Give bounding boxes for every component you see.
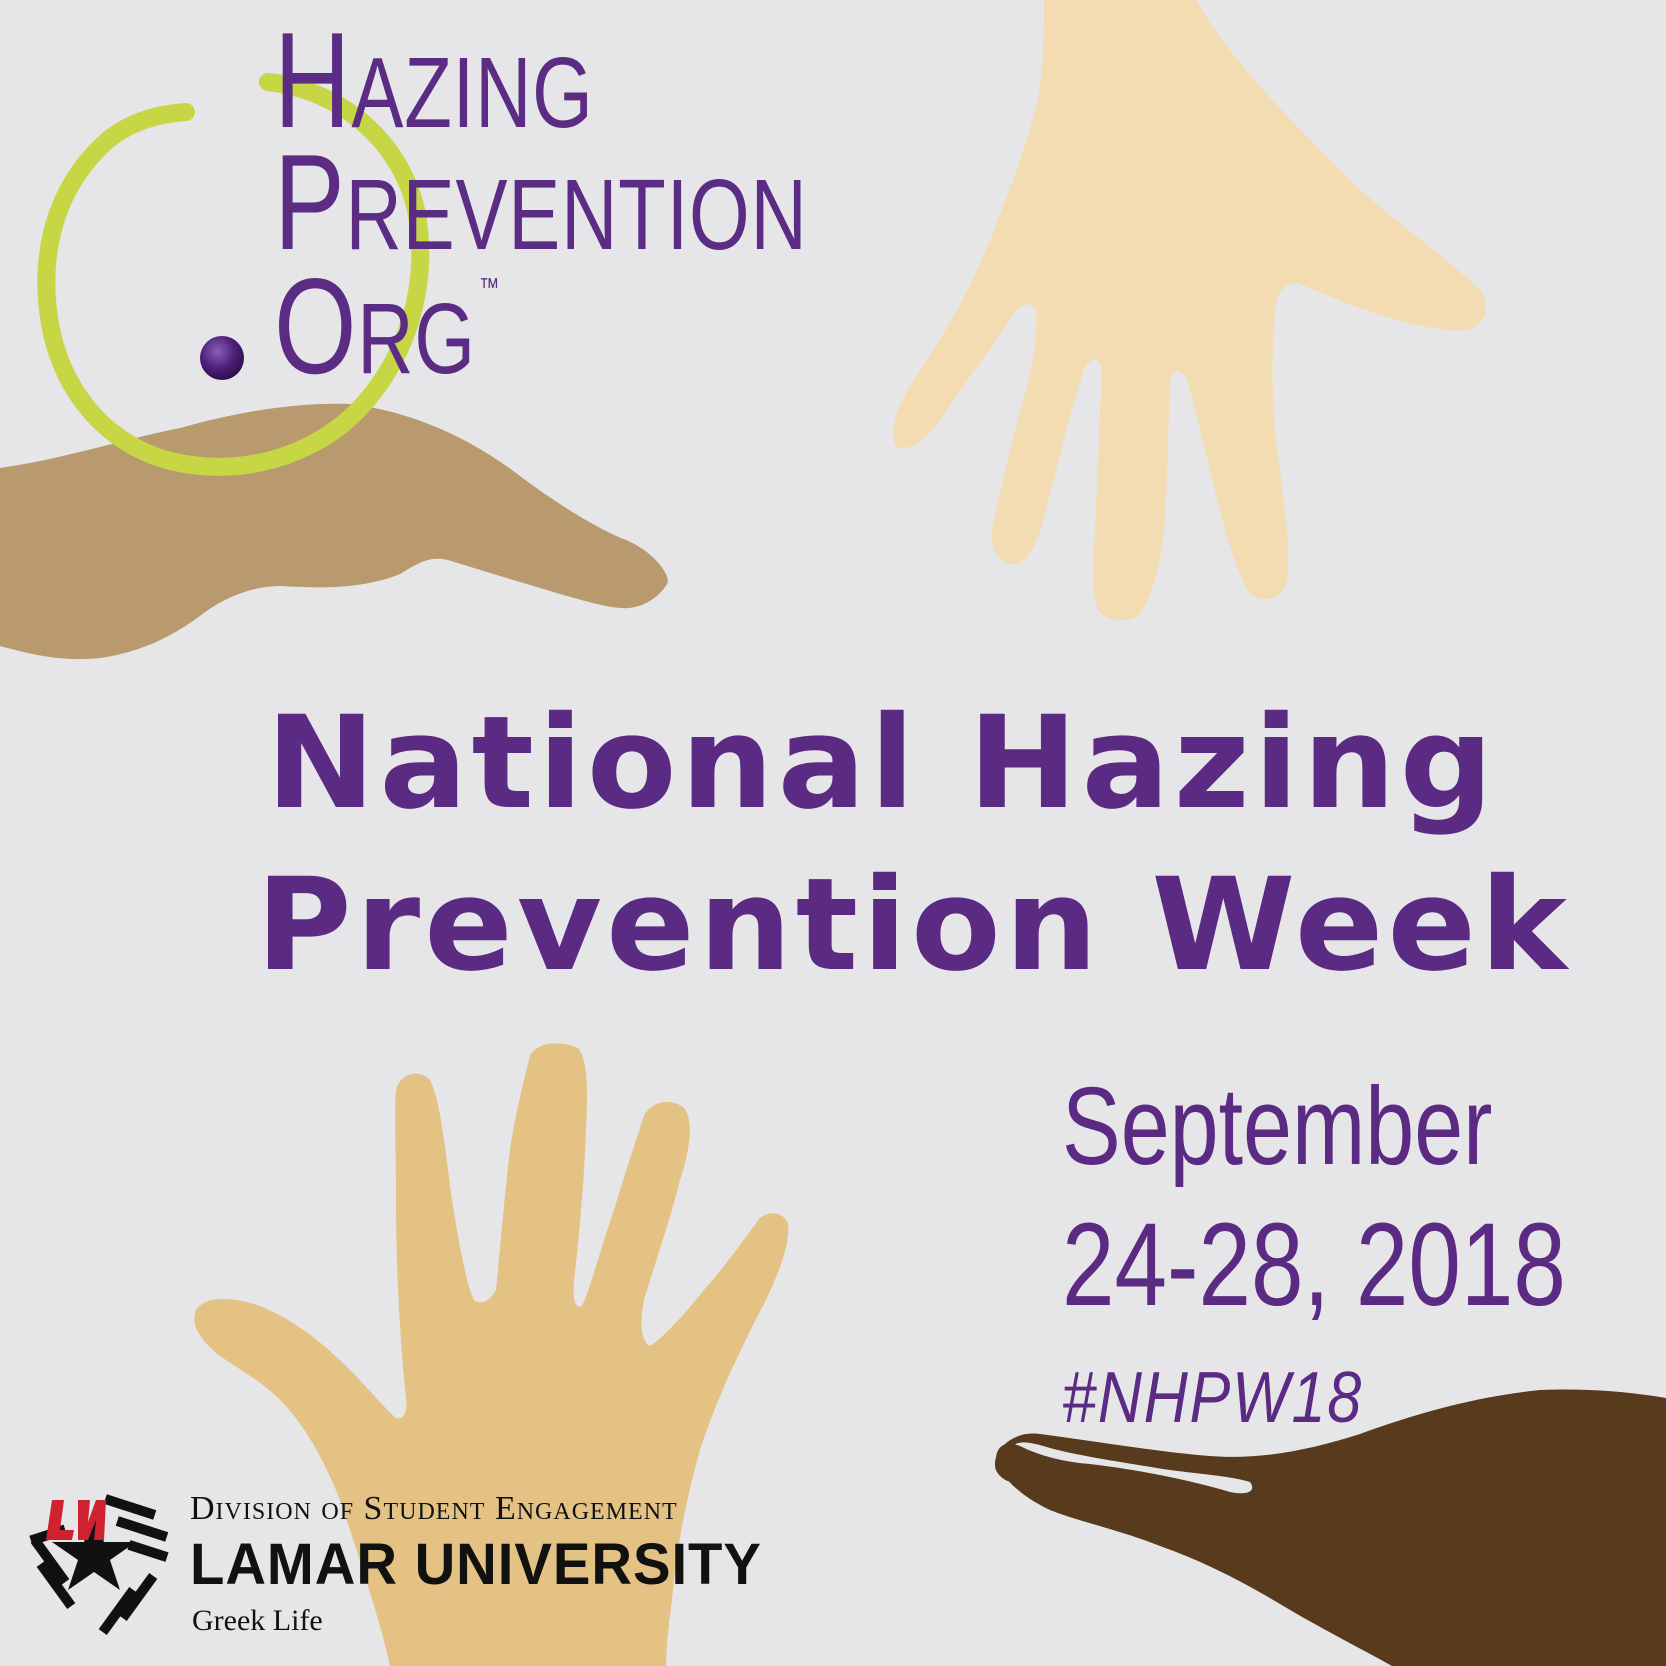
trademark-symbol: ™	[478, 272, 501, 302]
sponsor-university: LAMAR UNIVERSITY	[190, 1532, 762, 1597]
logo-rest-rg: RG	[357, 283, 476, 395]
event-days: 24-28, 2018	[1062, 1199, 1566, 1331]
logo-line-org: ORG ™	[274, 258, 500, 394]
sponsor-department: Greek Life	[192, 1604, 323, 1637]
hand-top-left	[0, 403, 668, 660]
hand-top-right	[893, 0, 1487, 621]
logo-initial-o: O	[274, 250, 358, 402]
headline-line-1: National Hazing	[266, 689, 1498, 838]
poster: HAZING PREVENTION ORG ™ National Hazing P…	[0, 0, 1666, 1666]
logo-rest-revention: REVENTION	[345, 159, 808, 271]
headline-line-2: Prevention Week	[256, 851, 1571, 1000]
event-hashtag: #NHPW18	[1062, 1358, 1363, 1438]
lamar-star-icon	[29, 1494, 169, 1635]
sponsor-division: Division of Student Engagement	[190, 1490, 678, 1527]
logo-rest-azing: AZING	[351, 37, 594, 149]
logo-dot	[200, 336, 244, 380]
event-month: September	[1062, 1065, 1493, 1188]
